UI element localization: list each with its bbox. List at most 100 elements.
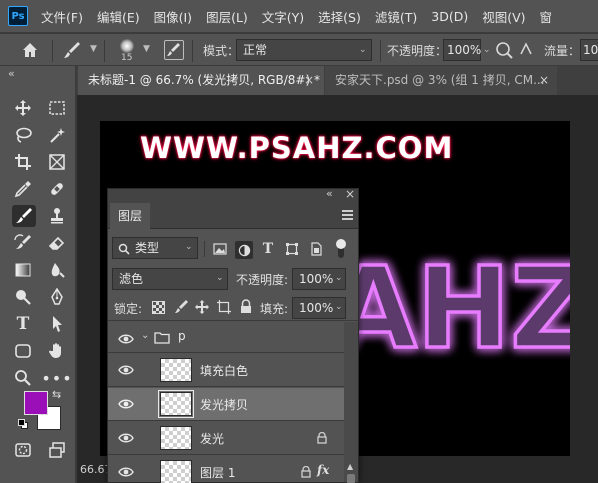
mode-select[interactable]: 正常 (236, 39, 372, 61)
home-icon[interactable] (20, 40, 42, 60)
chevron-down-icon[interactable]: ⌄ (335, 273, 343, 283)
rectangle-tool-icon[interactable] (12, 340, 34, 362)
group-expand-chevron-icon[interactable]: ⌄ (141, 330, 149, 341)
opacity-label: 不透明度： (387, 44, 448, 58)
eraser-icon[interactable] (46, 232, 68, 254)
menu-select[interactable]: 选择(S) (311, 7, 368, 26)
blur-tool-icon[interactable] (46, 259, 68, 281)
spot-healing-brush-icon[interactable] (46, 178, 68, 200)
frame-tool-icon[interactable] (46, 151, 68, 173)
dodge-tool-icon[interactable] (12, 286, 34, 308)
flow-input[interactable]: 10 (580, 39, 598, 61)
layer-lock-icon (317, 432, 327, 444)
filter-smart-object-icon[interactable] (308, 241, 324, 257)
flow-icon (519, 42, 533, 56)
default-colors-icon[interactable] (18, 419, 28, 429)
chevron-down-icon[interactable]: ⌄ (335, 302, 343, 312)
filter-adjustment-icon[interactable] (235, 241, 253, 259)
brush-tool-icon[interactable] (62, 40, 84, 60)
layer-opacity-label: 不透明度: (236, 273, 289, 287)
gradient-tool-icon[interactable] (12, 259, 34, 281)
layers-scrollbar[interactable]: ▲ (344, 322, 358, 483)
visibility-eye-icon[interactable] (118, 431, 134, 445)
layer-effects-fx-icon[interactable]: fx (317, 463, 329, 477)
menu-window[interactable]: 窗 (533, 7, 560, 26)
menu-view[interactable]: 视图(V) (475, 7, 532, 26)
fill-label: 填充: (260, 302, 289, 316)
foreground-color-swatch[interactable] (24, 391, 48, 415)
menu-type[interactable]: 文字(Y) (255, 7, 311, 26)
close-icon[interactable]: × (304, 73, 314, 87)
search-icon (118, 243, 130, 255)
filter-toggle-switch[interactable] (336, 239, 346, 259)
close-panel-icon[interactable]: × (345, 187, 355, 201)
layer-fill-white[interactable]: 填充白色 (108, 354, 344, 387)
lock-position-icon[interactable] (194, 299, 210, 315)
layer-name: p (178, 329, 186, 343)
rectangular-marquee-icon[interactable] (46, 97, 68, 119)
path-selection-icon[interactable] (46, 313, 68, 335)
visibility-eye-icon[interactable] (118, 332, 134, 346)
layer-name: 发光拷贝 (200, 398, 249, 412)
quick-mask-icon[interactable] (12, 439, 34, 461)
pressure-opacity-icon[interactable] (495, 41, 515, 61)
lock-all-icon[interactable] (239, 299, 253, 315)
visibility-eye-icon[interactable] (118, 363, 134, 377)
layer-thumbnail (160, 460, 192, 483)
brush-settings-panel-icon[interactable] (164, 40, 184, 60)
collapse-panel-icon[interactable]: « (326, 187, 333, 200)
chevron-down-icon[interactable]: ⌄ (185, 242, 193, 252)
eyedropper-icon[interactable] (12, 178, 34, 200)
chevron-down-icon[interactable]: ▼ (143, 44, 150, 54)
lock-transparent-pixels-icon[interactable] (152, 301, 165, 314)
clone-stamp-icon[interactable] (46, 205, 68, 227)
chevron-down-icon[interactable]: ⌄ (359, 45, 367, 55)
chevron-down-icon[interactable]: ▼ (90, 44, 97, 54)
layer-glow[interactable]: 发光 (108, 422, 344, 455)
menu-3d[interactable]: 3D(D) (424, 9, 475, 24)
chevron-down-icon[interactable]: ⌄ (483, 45, 491, 55)
move-tool-icon[interactable] (12, 97, 34, 119)
chevron-down-icon[interactable]: ⌄ (216, 273, 224, 283)
filter-pixel-icon[interactable] (212, 241, 228, 257)
menu-bar: Ps 文件(F) 编辑(E) 图像(I) 图层(L) 文字(Y) 选择(S) 滤… (0, 0, 598, 32)
close-icon[interactable]: × (539, 73, 549, 87)
panel-menu-icon[interactable] (342, 210, 353, 220)
zoom-tool-icon[interactable] (12, 367, 34, 389)
history-brush-icon[interactable] (12, 232, 34, 254)
layer-glow-copy[interactable]: 发光拷贝 (108, 388, 344, 421)
scrollbar-thumb[interactable] (347, 474, 355, 483)
visibility-eye-icon[interactable] (118, 465, 134, 479)
swap-colors-icon[interactable]: ⇆ (52, 388, 61, 401)
opacity-input[interactable]: 100% (443, 39, 481, 61)
crop-tool-icon[interactable] (12, 151, 34, 173)
type-tool-icon[interactable]: T (12, 313, 34, 335)
tab-untitled-1[interactable]: 未标题-1 @ 66.7% (发光拷贝, RGB/8#) * (78, 66, 324, 95)
lock-image-pixels-icon[interactable] (173, 299, 189, 315)
menu-filter[interactable]: 滤镜(T) (368, 7, 424, 26)
collapse-toolbar-icon[interactable]: « (8, 67, 15, 80)
menu-layer[interactable]: 图层(L) (199, 7, 255, 26)
scroll-up-arrow-icon[interactable]: ▲ (347, 462, 353, 471)
more-tools-icon[interactable]: ••• (41, 367, 71, 389)
filter-type-icon[interactable]: T (260, 241, 276, 257)
blend-mode-select[interactable]: 滤色 (112, 268, 228, 290)
layer-1[interactable]: 图层 1 fx (108, 456, 344, 483)
lasso-tool-icon[interactable] (12, 124, 34, 146)
visibility-eye-icon[interactable] (118, 397, 134, 411)
menu-image[interactable]: 图像(I) (147, 7, 199, 26)
filter-shape-icon[interactable] (284, 241, 300, 257)
menu-edit[interactable]: 编辑(E) (90, 7, 147, 26)
tab-layers[interactable]: 图层 (110, 203, 151, 229)
pen-tool-icon[interactable] (46, 286, 68, 308)
hand-tool-icon[interactable] (46, 340, 68, 362)
brush-preset-icon[interactable] (116, 38, 138, 54)
lock-artboard-icon[interactable] (216, 299, 232, 315)
layer-group-p[interactable]: ⌄ p (108, 323, 344, 353)
screen-mode-icon[interactable] (46, 439, 68, 461)
menu-file[interactable]: 文件(F) (34, 7, 90, 26)
tab-anjiatianxia[interactable]: 安家天下.psd @ 3% (组 1 拷贝, CM... (325, 66, 557, 95)
brush-size-label: 15 (121, 53, 133, 63)
magic-wand-icon[interactable] (46, 124, 68, 146)
brush-tool-icon[interactable] (12, 205, 36, 227)
